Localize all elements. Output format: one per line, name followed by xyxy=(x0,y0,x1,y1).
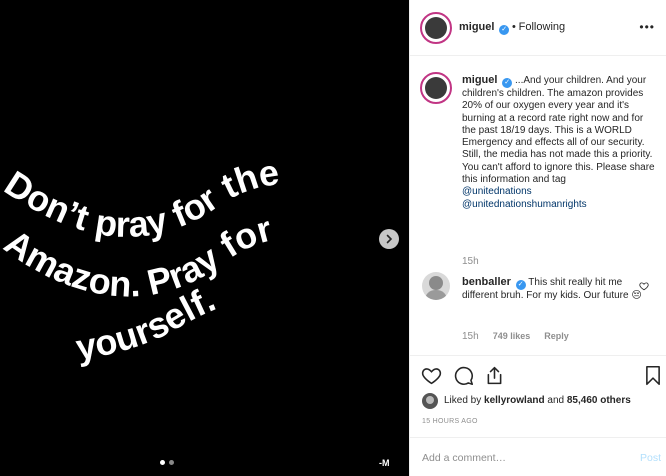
bookmark-icon[interactable] xyxy=(644,365,662,386)
caption-text: ...And your children. And your children'… xyxy=(462,75,655,186)
post-caption: miguel ✓ ...And your children. And your … xyxy=(462,74,658,211)
author-avatar[interactable] xyxy=(420,12,452,44)
comment-username[interactable]: benballer xyxy=(462,276,511,288)
reply-button[interactable]: Reply xyxy=(544,331,569,342)
post-media: Don’t pray for the Amazon. Pray for your… xyxy=(0,0,409,476)
pensive-emoji: 😔 xyxy=(631,290,642,301)
share-icon[interactable] xyxy=(484,365,505,386)
caption-time[interactable]: 15h xyxy=(462,256,479,267)
more-icon[interactable]: ••• xyxy=(639,20,655,34)
verified-icon: ✓ xyxy=(499,25,510,35)
comment-like-heart-icon[interactable] xyxy=(639,281,649,291)
likes-middle: and xyxy=(547,395,565,406)
comment: benballer ✓ This shit really hit me diff… xyxy=(462,276,642,302)
comment-time[interactable]: 15h xyxy=(462,331,479,342)
separator-dot: • xyxy=(512,21,516,33)
carousel-indicator xyxy=(160,460,174,465)
caption-avatar[interactable] xyxy=(420,72,452,104)
post-header: miguel ✓ • Following ••• xyxy=(410,0,666,56)
comment-composer: Add a comment… Post xyxy=(410,437,666,476)
liker-avatar[interactable] xyxy=(422,393,438,409)
mention-link[interactable]: @unitednations xyxy=(462,186,532,197)
mention-link[interactable]: @unitednationshumanrights xyxy=(462,199,587,210)
verified-icon: ✓ xyxy=(515,280,526,290)
comment-likes[interactable]: 749 likes xyxy=(493,331,531,342)
likes-summary: Liked by kellyrowland and 85,460 others xyxy=(444,395,631,406)
comment-input[interactable]: Add a comment… xyxy=(422,452,506,464)
verified-icon: ✓ xyxy=(502,78,513,88)
post-button[interactable]: Post xyxy=(640,452,661,464)
media-watermark: -M xyxy=(379,458,390,468)
comment-meta: 15h 749 likes Reply xyxy=(462,331,569,342)
liker-username[interactable]: kellyrowland xyxy=(484,395,545,406)
author-username[interactable]: miguel xyxy=(459,21,494,33)
likes-prefix: Liked by xyxy=(444,395,482,406)
caption-username[interactable]: miguel xyxy=(462,74,497,86)
following-button[interactable]: Following xyxy=(519,21,565,33)
post-image: Don’t pray for the Amazon. Pray for your… xyxy=(0,151,282,368)
carousel-dot xyxy=(160,460,165,465)
action-bar: Liked by kellyrowland and 85,460 others … xyxy=(410,355,666,465)
commenter-avatar[interactable] xyxy=(422,272,450,300)
post-details-panel: miguel ✓ • Following ••• miguel ✓ ...And… xyxy=(409,0,666,476)
comment-icon[interactable] xyxy=(453,365,474,386)
heart-icon[interactable] xyxy=(421,365,442,386)
post-timestamp[interactable]: 15 HOURS AGO xyxy=(422,418,478,425)
carousel-dot xyxy=(169,460,174,465)
carousel-next-button[interactable] xyxy=(379,229,399,249)
likes-others-link[interactable]: 85,460 others xyxy=(567,395,631,406)
chevron-right-icon xyxy=(386,234,393,244)
